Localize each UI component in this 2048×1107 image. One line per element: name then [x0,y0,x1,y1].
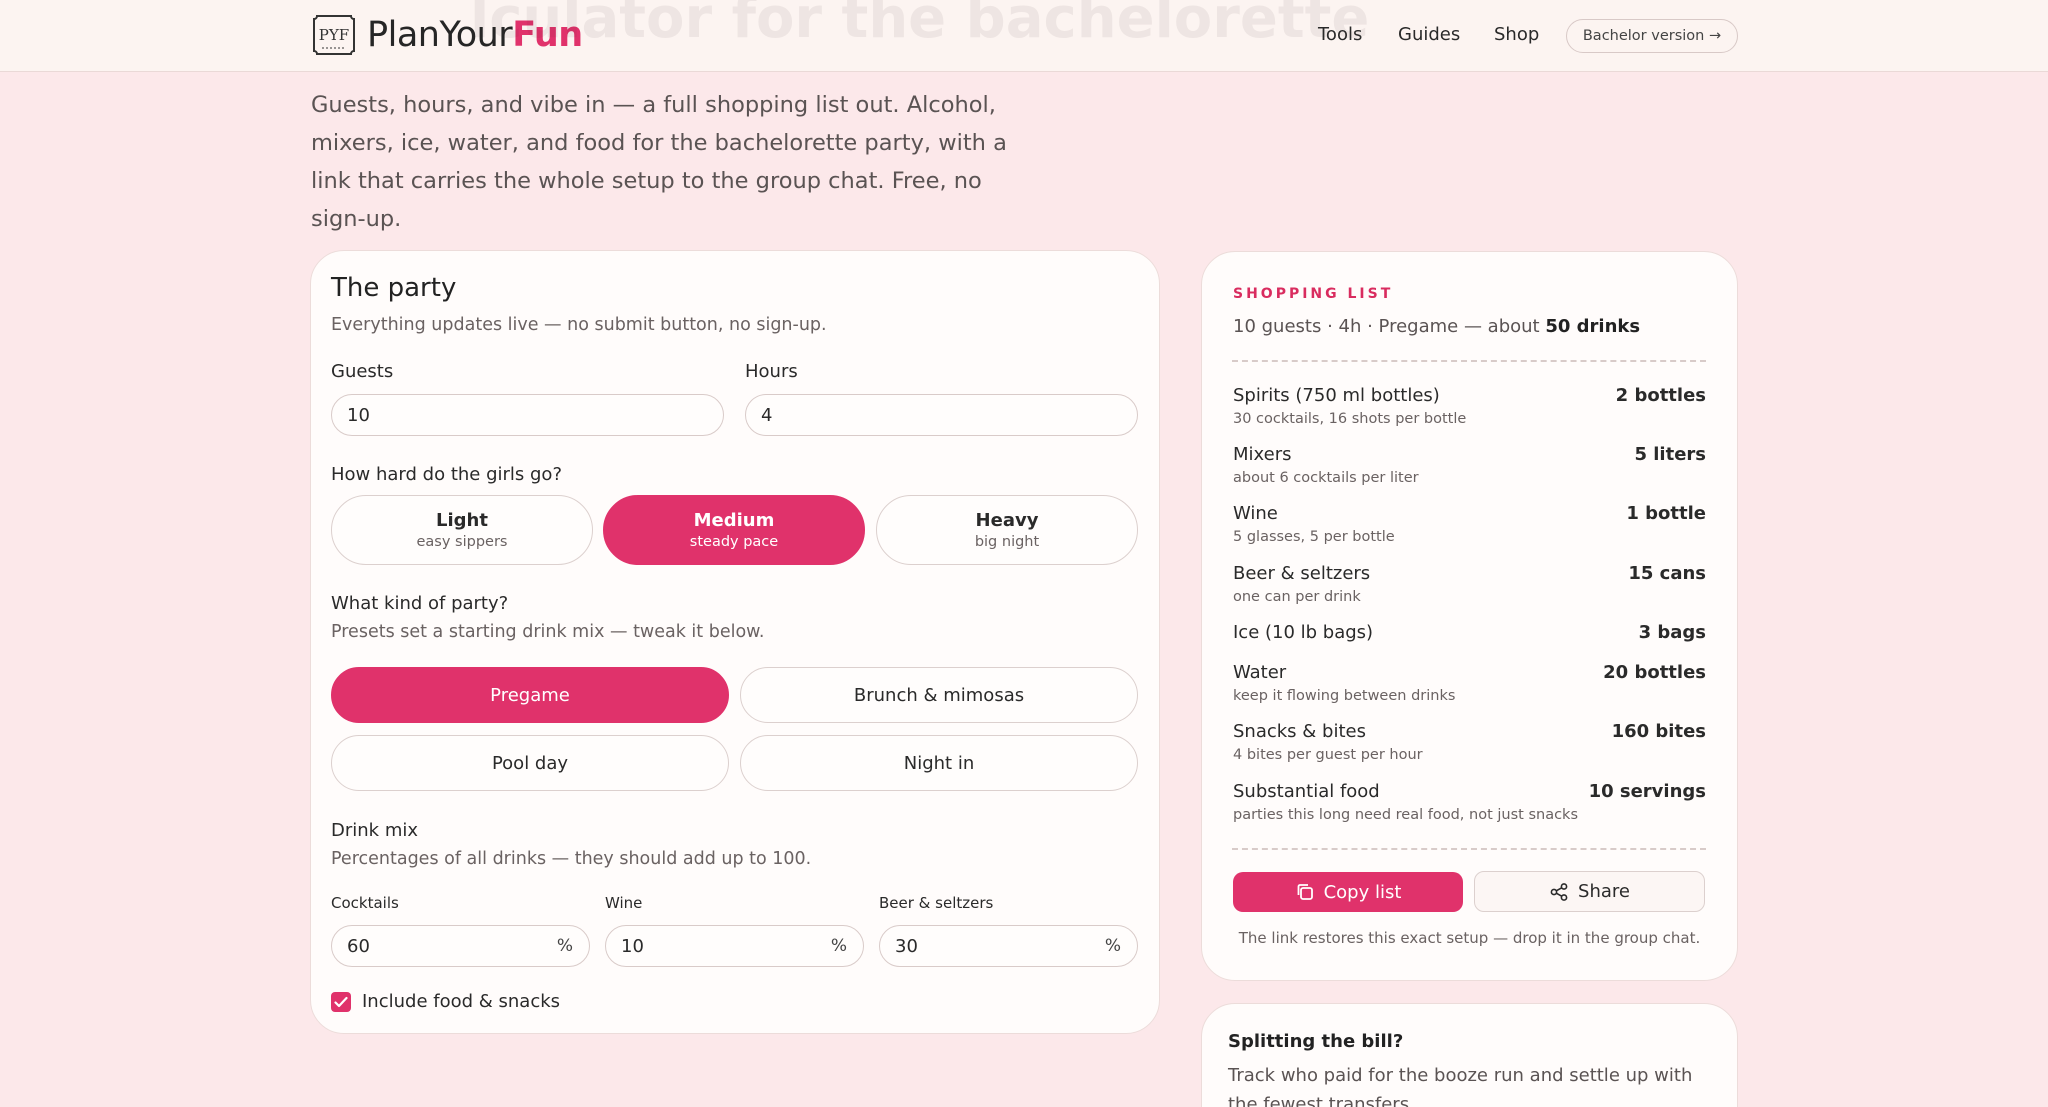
preset-night-in-label: Night in [903,752,975,774]
intro-text: Guests, hours, and vibe in — a full shop… [311,92,1007,232]
party-kind-subtitle: Presets set a starting drink mix — tweak… [331,622,765,642]
split-bill-title: Splitting the bill? [1228,1031,1404,1052]
beer-seltzers-unit: % [1104,936,1121,956]
shopping-list-eyebrow: SHOPPING LIST [1233,286,1394,302]
hours-label: Hours [745,361,798,382]
item-wine-name: Wine [1233,503,1278,524]
intensity-medium-label: Medium [693,510,775,531]
hours-value: 4 [761,404,773,426]
item-food-name: Substantial food [1233,781,1380,802]
item-wine-value: 1 bottle [1626,503,1706,524]
share-label: Share [1578,881,1630,902]
party-card-subtitle: Everything updates live — no submit butt… [331,315,827,335]
item-water-value: 20 bottles [1603,662,1706,683]
item-snacks-name: Snacks & bites [1233,721,1366,742]
cocktails-percent-input[interactable]: 60% [331,925,590,967]
preset-night-in-button[interactable]: Night in [740,735,1138,791]
logo-ticket-icon: PYF [313,15,355,55]
share-button[interactable]: Share [1474,871,1705,912]
item-water-desc: keep it flowing between drinks [1233,688,1456,704]
site-header: PYF PlanYourFun Tools Guides Shop Bachel… [0,0,2048,72]
drink-mix-title: Drink mix [331,820,419,841]
nav-tools[interactable]: Tools [1318,24,1362,45]
cocktails-value: 60 [347,935,370,957]
include-food-label[interactable]: Include food & snacks [362,991,560,1012]
wine-value: 10 [621,935,644,957]
list-divider-bottom [1232,848,1706,850]
nav-shop[interactable]: Shop [1494,24,1539,45]
item-food-value: 10 servings [1588,781,1706,802]
item-mixers-name: Mixers [1233,444,1292,465]
site-logo[interactable]: PYF PlanYourFun [311,13,583,57]
intensity-light-label: Light [436,510,488,531]
preset-brunch-button[interactable]: Brunch & mimosas [740,667,1138,723]
beer-seltzers-value: 30 [895,935,918,957]
party-card-title: The party [331,273,457,303]
logo-plan-text: PlanYour [367,15,513,55]
guests-value: 10 [347,404,370,426]
item-ice-value: 3 bags [1638,622,1706,643]
drink-mix-subtitle: Percentages of all drinks — they should … [331,849,812,869]
copy-icon [1295,882,1315,902]
item-wine-desc: 5 glasses, 5 per bottle [1233,529,1395,545]
item-water-name: Water [1233,662,1287,683]
preset-pool-day-label: Pool day [491,752,569,774]
beer-seltzers-percent-input[interactable]: 30% [879,925,1138,967]
item-spirits-value: 2 bottles [1615,385,1706,406]
intensity-medium-sub: steady pace [689,534,779,550]
item-mixers-value: 5 liters [1634,444,1706,465]
item-beer-desc: one can per drink [1233,589,1361,605]
guests-label: Guests [331,361,394,382]
split-bill-text: Track who paid for the booze run and set… [1228,1065,1693,1107]
intensity-medium-option[interactable]: Medium steady pace [603,495,865,565]
party-settings-card [310,250,1160,1034]
svg-text:PYF: PYF [319,26,349,44]
checkmark-icon [334,996,348,1008]
copy-list-button[interactable]: Copy list [1233,872,1463,912]
item-ice-name: Ice (10 lb bags) [1233,622,1374,643]
cocktails-unit: % [556,936,573,956]
include-food-checkbox[interactable] [331,992,351,1012]
wine-label: Wine [605,894,643,912]
logo-fun-text: Fun [512,15,583,55]
logo-wordmark: PlanYourFun [367,15,583,55]
beer-seltzers-label: Beer & seltzers [879,894,994,912]
party-kind-question: What kind of party? [331,593,509,614]
summary-drinks-total: 50 drinks [1545,316,1641,337]
cocktails-label: Cocktails [331,894,399,912]
item-mixers-desc: about 6 cocktails per liter [1233,470,1419,486]
item-beer-value: 15 cans [1628,563,1706,584]
item-spirits-desc: 30 cocktails, 16 shots per bottle [1233,411,1467,427]
item-spirits-name: Spirits (750 ml bottles) [1233,385,1440,406]
list-divider-top [1232,360,1706,362]
item-beer-name: Beer & seltzers [1233,563,1371,584]
wine-unit: % [830,936,847,956]
nav-guides[interactable]: Guides [1398,24,1460,45]
intensity-light-option[interactable]: Light easy sippers [331,495,593,565]
share-icon [1549,882,1569,902]
guests-input[interactable]: 10 [331,394,724,436]
item-snacks-desc: 4 bites per guest per hour [1233,747,1423,763]
copy-list-label: Copy list [1323,881,1402,903]
preset-pregame-label: Pregame [490,684,570,706]
intensity-heavy-sub: big night [974,534,1040,550]
preset-pregame-button[interactable]: Pregame [331,667,729,723]
summary-text: 10 guests · 4h · Pregame — about [1233,316,1546,337]
wine-percent-input[interactable]: 10% [605,925,864,967]
item-snacks-value: 160 bites [1611,721,1706,742]
item-food-desc: parties this long need real food, not ju… [1233,807,1578,823]
hours-input[interactable]: 4 [745,394,1138,436]
preset-brunch-label: Brunch & mimosas [853,684,1025,706]
intensity-light-sub: easy sippers [416,534,508,550]
bachelor-version-button[interactable]: Bachelor version → [1566,19,1738,53]
intensity-heavy-label: Heavy [975,510,1039,531]
intensity-heavy-option[interactable]: Heavy big night [876,495,1138,565]
intensity-question: How hard do the girls go? [331,464,563,485]
preset-pool-day-button[interactable]: Pool day [331,735,729,791]
share-footnote: The link restores this exact setup — dro… [1238,929,1701,947]
shopping-summary: 10 guests · 4h · Pregame — about 50 drin… [1233,316,1640,337]
